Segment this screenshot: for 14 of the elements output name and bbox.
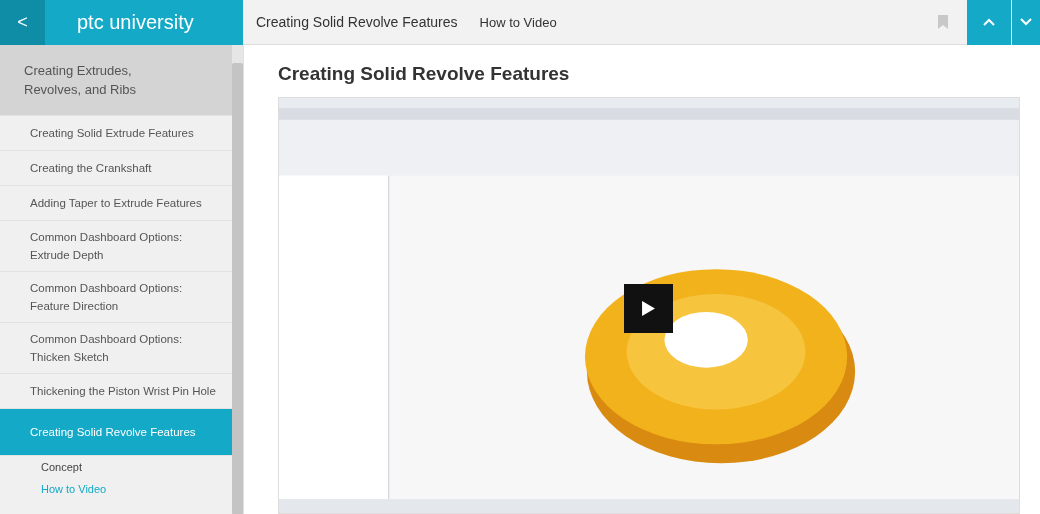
lesson-title: Creating Solid Revolve Features bbox=[256, 14, 458, 30]
back-button[interactable]: < bbox=[0, 0, 45, 45]
previous-button[interactable] bbox=[967, 0, 1011, 45]
play-button[interactable] bbox=[624, 284, 673, 333]
play-icon bbox=[642, 301, 655, 316]
topic-item[interactable]: Concept bbox=[0, 456, 232, 478]
page-heading: Creating Solid Revolve Features bbox=[278, 63, 571, 85]
next-button[interactable] bbox=[1012, 0, 1040, 45]
chevron-down-icon bbox=[1020, 18, 1032, 26]
bookmark-icon[interactable] bbox=[938, 15, 948, 29]
chevron-up-icon bbox=[983, 18, 995, 26]
brand-title: ptc university bbox=[77, 11, 194, 34]
section-item[interactable]: Creating Extrudes, Revolves, and Ribs bbox=[0, 45, 232, 116]
page-subtitle: How to Video bbox=[479, 14, 557, 30]
